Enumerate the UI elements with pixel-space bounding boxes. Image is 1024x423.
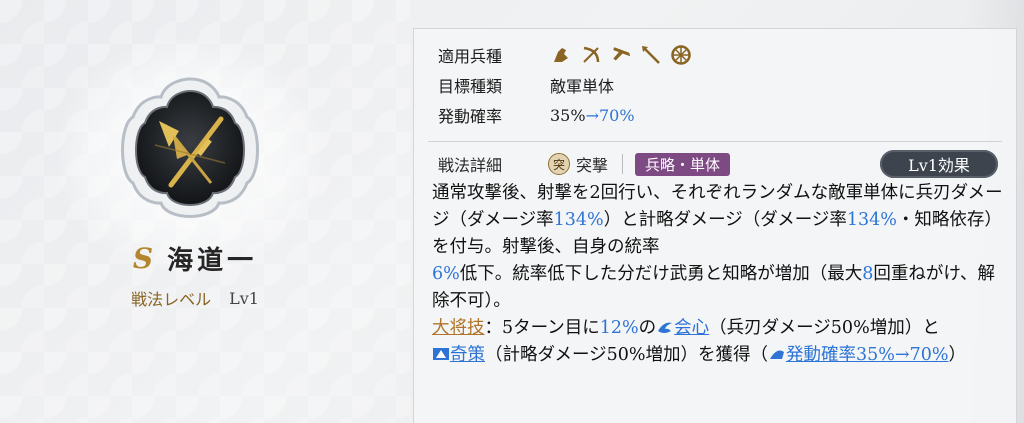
trigger-rate-icon — [770, 350, 785, 359]
rate-base: 35% — [550, 105, 586, 125]
target-value: 敵軍単体 — [550, 77, 615, 96]
target-label: 目標種類 — [438, 77, 503, 96]
bonus-percent: 12% — [599, 318, 639, 338]
strategy-link[interactable]: 奇策 — [450, 345, 485, 365]
rate-max: 70% — [598, 105, 635, 125]
desc-text: ：5ターン目に — [484, 318, 600, 338]
skill-info-panel: 適用兵種 目標種類 敵軍単体 発動確率 35% → 70% 戦法詳細 突 突撃 … — [413, 28, 1017, 423]
skill-level: 戦法レベル Lv1 — [95, 285, 295, 311]
crit-link[interactable]: 会心 — [674, 318, 709, 338]
cavalry-icon — [554, 48, 568, 62]
rank-badge: S — [132, 241, 154, 275]
skill-description: 通常攻撃後、射撃を2回行い、それぞれランダムな敵軍単体に兵刃ダメージ（ダメージ率… — [432, 180, 1012, 369]
general-skill-link[interactable]: 大将技 — [432, 318, 485, 338]
gun-icon — [613, 47, 631, 61]
target-row: 目標種類 敵軍単体 — [438, 73, 614, 97]
damage-rate: 134% — [553, 210, 604, 230]
skill-name: 海道一 — [167, 245, 258, 276]
detail-header: 戦法詳細 突 突撃 兵略・単体 — [438, 150, 731, 178]
stack-max: 8 — [862, 264, 874, 284]
desc-text: ） — [948, 345, 967, 365]
rate-value: 35% → 70% — [550, 106, 635, 125]
detail-label: 戦法詳細 — [438, 156, 503, 175]
desc-text: 低下。統率低下した分だけ武勇と知略が増加（最大 — [459, 264, 863, 284]
skill-tag: 兵略・単体 — [635, 152, 731, 176]
rate-arrow: → — [585, 105, 599, 125]
level-value: Lv1 — [229, 288, 259, 308]
desc-text: （兵刃ダメージ50%増加）と — [709, 318, 940, 338]
damage-rate: 134% — [846, 210, 897, 230]
desc-text: の — [638, 318, 657, 338]
assault-type-icon: 突 — [548, 153, 570, 175]
rate-label: 発動確率 — [438, 107, 503, 126]
desc-text: （計略ダメージ50%増加）を獲得（ — [485, 345, 769, 365]
desc-text: ）と計略ダメージ（ダメージ率 — [603, 210, 847, 230]
troop-icons — [550, 44, 692, 66]
strategy-icon — [433, 348, 449, 360]
divider — [428, 141, 1002, 142]
troop-row: 適用兵種 — [438, 43, 692, 67]
skill-title: S 海道一 — [110, 238, 280, 278]
skill-emblem-icon — [121, 77, 259, 218]
skill-type: 突撃 — [576, 156, 609, 175]
lv-effect-button[interactable]: Lv1効果 — [880, 150, 998, 178]
troop-label: 適用兵種 — [438, 47, 503, 66]
trigger-rate-link[interactable]: 発動確率35%→70% — [786, 345, 948, 365]
bow-icon — [583, 46, 600, 63]
crit-icon — [658, 322, 673, 333]
rate-row: 発動確率 35% → 70% — [438, 103, 635, 127]
spear-icon — [642, 46, 660, 64]
shield-icon — [671, 45, 691, 65]
stat-reduction: 6% — [432, 264, 460, 284]
level-label: 戦法レベル — [131, 290, 212, 309]
separator — [622, 154, 624, 174]
